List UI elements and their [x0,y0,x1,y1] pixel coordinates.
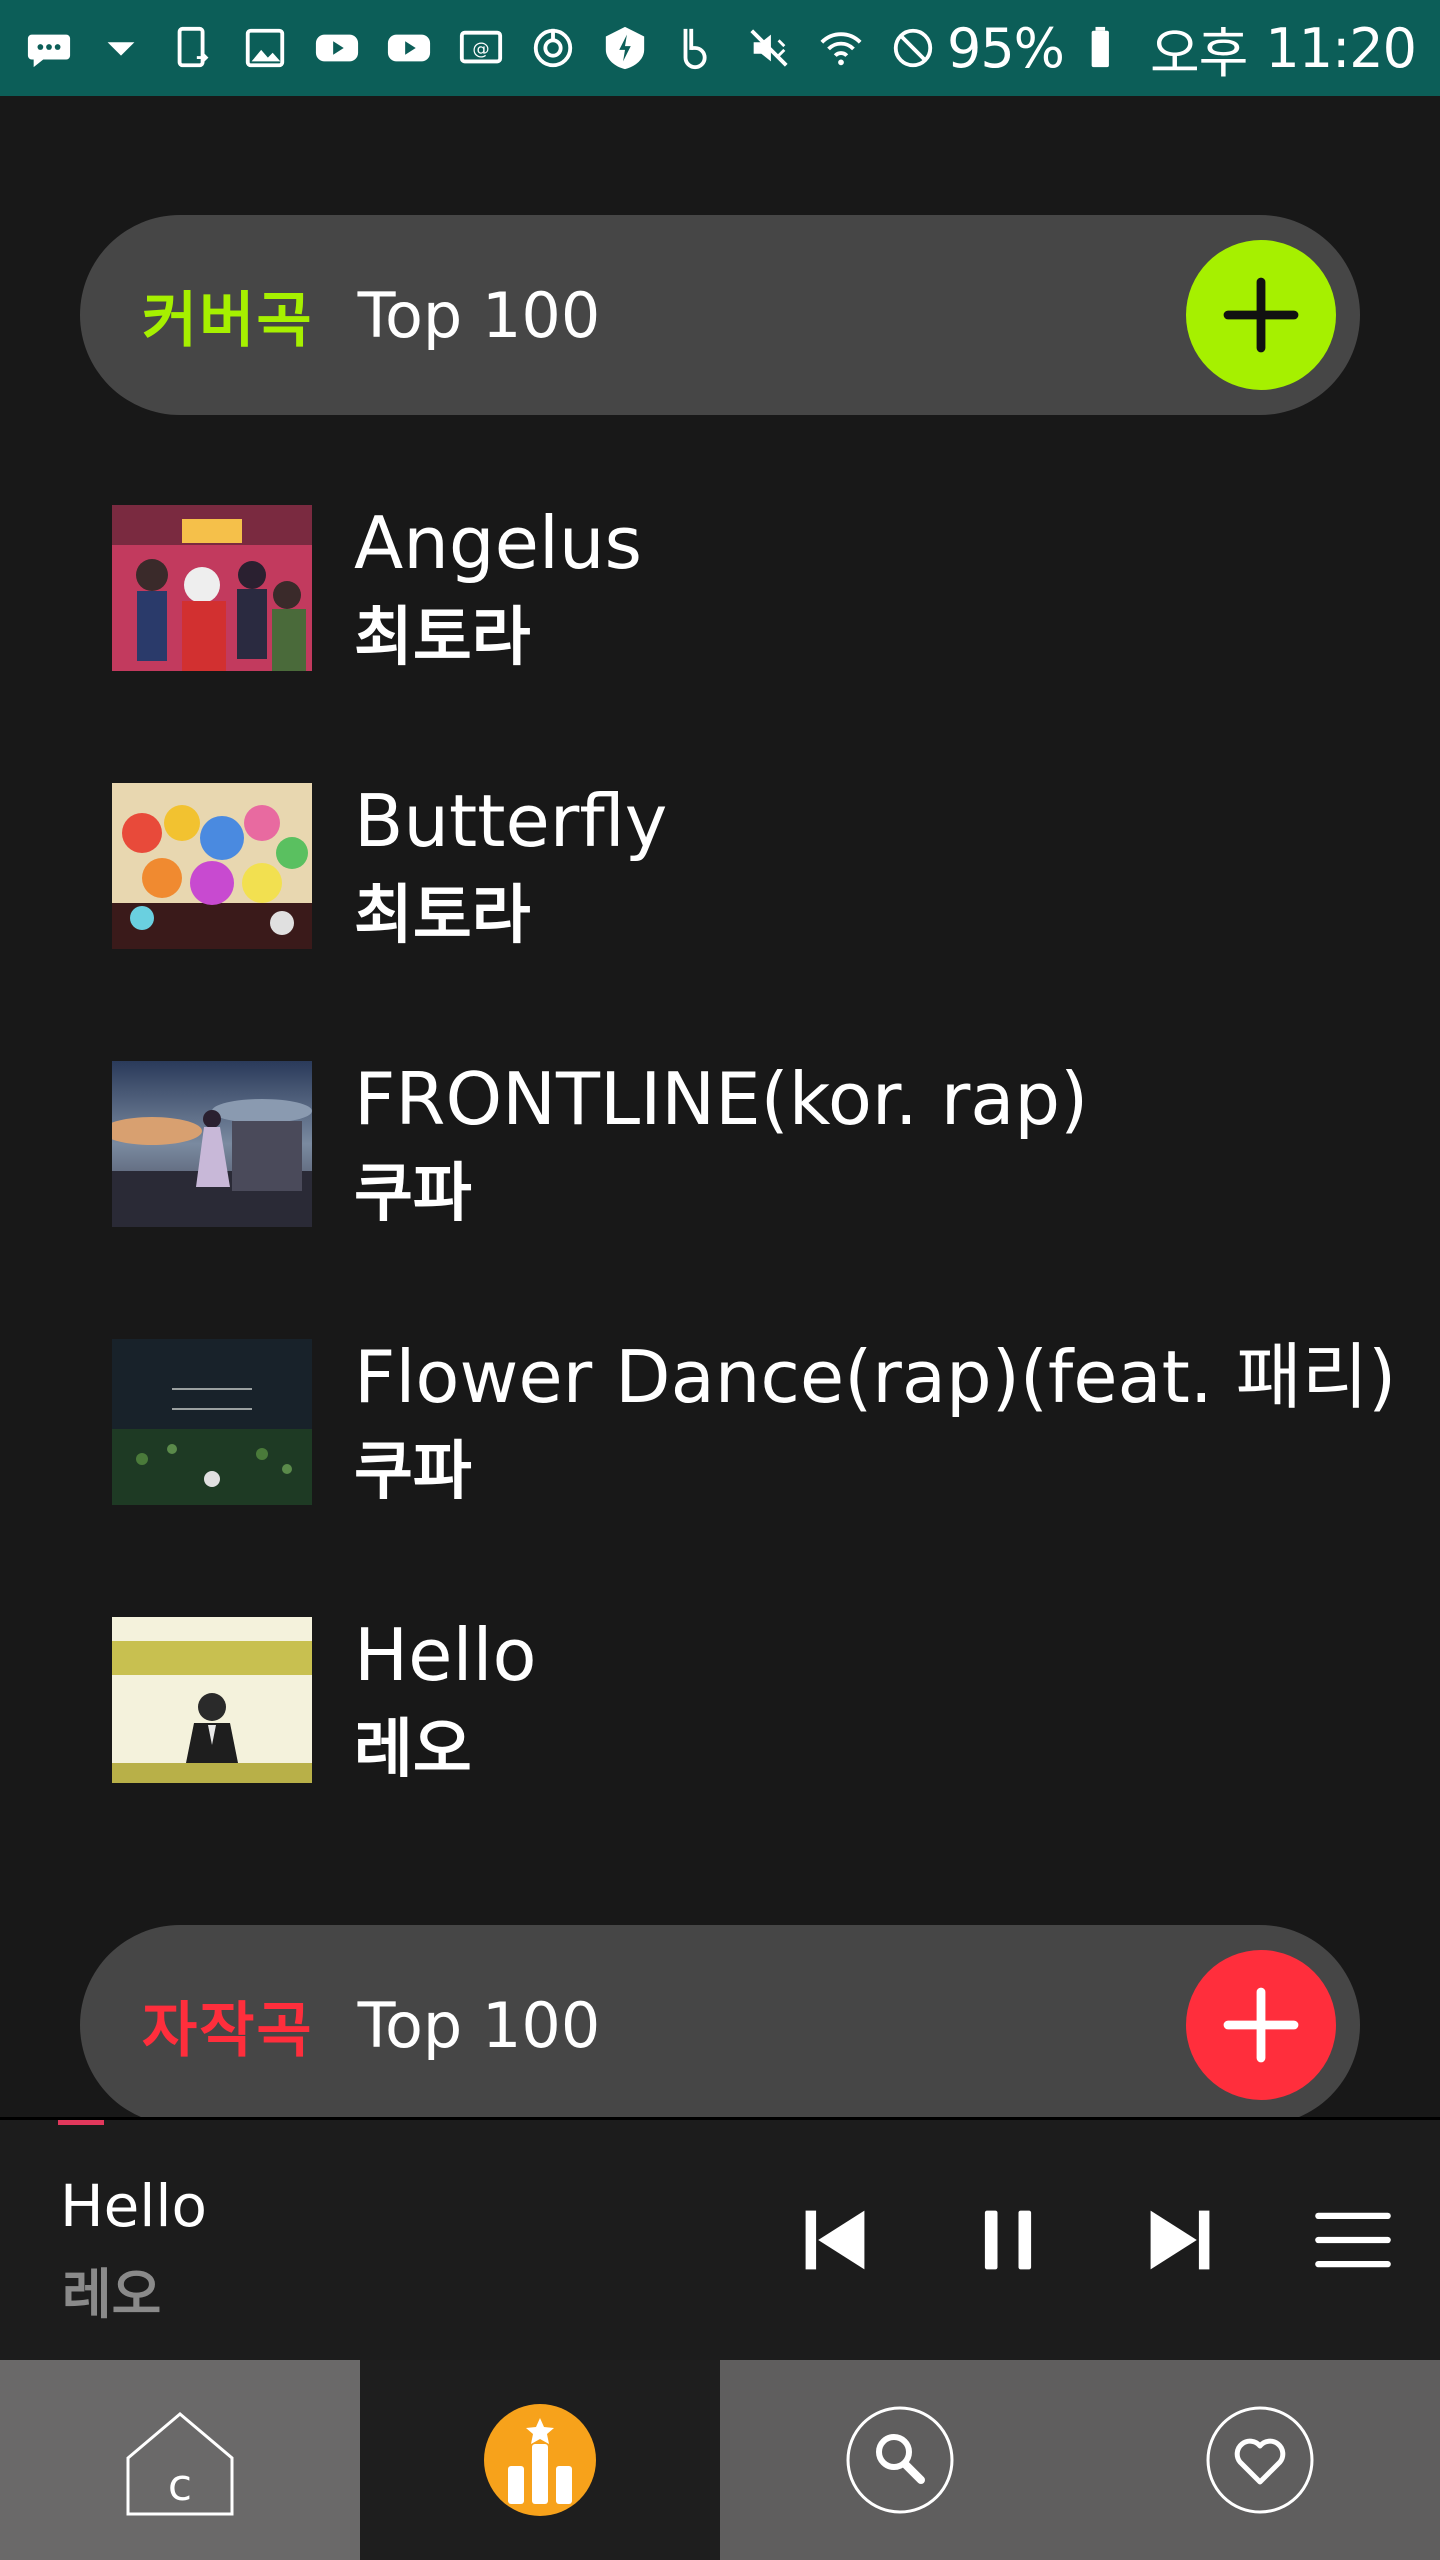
previous-icon [805,2210,865,2270]
song-title: Butterfly [354,779,668,863]
wifi-icon [816,23,866,73]
search-tab[interactable] [720,2360,1080,2560]
song-artist: 최토라 [354,601,531,675]
album-art [112,783,312,949]
original-top100-header[interactable]: 자작곡 Top 100 [80,1925,1360,2125]
next-icon [1150,2210,1210,2270]
dropdown-icon [96,23,146,73]
menu-icon [1315,2212,1391,2268]
clock: 11:20 [1265,16,1417,80]
original-add-button[interactable] [1186,1950,1336,2100]
list-item[interactable]: Flower Dance(rap)(feat. 패리) 쿠파 [0,1309,1440,1587]
chart-tab[interactable] [360,2360,720,2560]
list-item[interactable]: FRONTLINE(kor. rap) 쿠파 [0,1031,1440,1309]
song-list: Angelus 최토라 Butterfly 최토라 FRONTLINE(kor.… [0,475,1440,1865]
album-art [112,1061,312,1227]
b-app-icon [672,23,722,73]
youtube-icon [312,23,362,73]
cast-icon: @ [456,23,506,73]
list-item[interactable]: Hello 레오 [0,1587,1440,1865]
search-icon [846,2406,954,2514]
previous-button[interactable] [785,2190,885,2290]
mute-icon [744,23,794,73]
song-title: FRONTLINE(kor. rap) [354,1057,1089,1141]
home-tab[interactable]: c [0,2360,360,2560]
now-playing-artist: 레오 [62,2263,162,2326]
plus-icon [1223,277,1299,353]
playback-progress[interactable] [58,2120,104,2125]
chat-icon [24,23,74,73]
app-screen: @ 95% 오후 11:20 커버곡 Top 100 Angelus 최토라 B… [0,0,1440,2560]
pause-button[interactable] [958,2190,1058,2290]
svg-text:c: c [168,2460,192,2511]
cover-tag: 커버곡 [142,285,314,356]
album-art [112,1339,312,1505]
song-artist: 레오 [354,1713,472,1787]
album-art [112,505,312,671]
cover-add-button[interactable] [1186,240,1336,390]
mini-player[interactable]: Hello 레오 [0,2117,1440,2360]
youtube-icon [384,23,434,73]
list-item[interactable]: Angelus 최토라 [0,475,1440,753]
battery-percent: 95% [946,16,1065,80]
song-title: Flower Dance(rap)(feat. 패리) [354,1335,1397,1419]
no-disturb-icon [888,23,938,73]
now-playing-title: Hello [60,2172,208,2240]
song-title: Hello [354,1613,537,1697]
favorites-tab[interactable] [1080,2360,1440,2560]
cover-top100-header[interactable]: 커버곡 Top 100 [80,215,1360,415]
song-title: Angelus [354,501,643,585]
heart-icon [1206,2406,1314,2514]
next-button[interactable] [1130,2190,1230,2290]
ampm-label: 오후 [1150,21,1248,85]
svg-text:@: @ [472,40,489,60]
phone-sync-icon [168,23,218,73]
image-icon [240,23,290,73]
shield-icon [600,23,650,73]
status-bar: @ 95% 오후 11:20 [0,0,1440,96]
list-item[interactable]: Butterfly 최토라 [0,753,1440,1031]
battery-icon [1082,23,1132,73]
song-artist: 최토라 [354,879,531,953]
song-artist: 쿠파 [354,1157,472,1231]
home-icon: c [126,2412,234,2516]
album-art [112,1617,312,1783]
cover-title: Top 100 [357,278,601,352]
bottom-nav: c [0,2360,1440,2560]
original-title: Top 100 [357,1988,601,2062]
song-artist: 쿠파 [354,1435,472,1509]
plus-icon [1223,1987,1299,2063]
playlist-menu-button[interactable] [1303,2190,1403,2290]
pause-icon [984,2210,1032,2270]
original-tag: 자작곡 [142,1995,314,2066]
power-saving-icon [528,23,578,73]
chart-icon [484,2404,596,2516]
